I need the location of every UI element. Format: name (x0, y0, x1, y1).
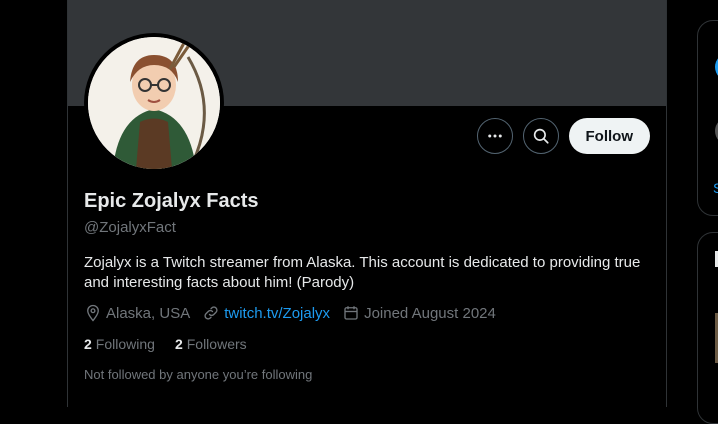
following-label: Following (95, 336, 155, 352)
user-handle: @ZojalyxFact (84, 219, 176, 236)
location-icon (87, 304, 99, 322)
search-button[interactable] (522, 118, 559, 154)
website-item: twitch.tv/Zojalyx (202, 304, 330, 322)
followers-link[interactable]: 2 Followers (175, 336, 247, 352)
followers-label: Followers (186, 336, 247, 352)
main-column-right-border (666, 0, 667, 407)
follow-button[interactable]: Follow (568, 118, 650, 154)
following-link[interactable]: 2 Following (84, 336, 155, 352)
followers-count: 2 (174, 336, 183, 352)
follow-counts: 2 Following 2 Followers (84, 336, 247, 352)
following-count: 2 (84, 336, 92, 352)
calendar-icon (344, 306, 358, 320)
sidebar-partial-content-2 (715, 251, 718, 363)
profile-main-column: Follow Epic Zojalyx Facts @ZojalyxFact Z… (68, 0, 666, 407)
sidebar-partial-content: S (713, 58, 718, 196)
not-followed-note: Not followed by anyone you’re following (84, 367, 313, 382)
svg-text:S: S (713, 180, 718, 196)
location-text: Alaska, USA (106, 304, 191, 322)
display-name: Epic Zojalyx Facts (84, 190, 259, 212)
joined-item: Joined August 2024 (342, 304, 496, 322)
more-icon (487, 134, 502, 138)
location-item: Alaska, USA (84, 304, 190, 322)
sidebar-card-top: S (697, 20, 718, 216)
more-button[interactable] (476, 118, 513, 154)
profile-avatar[interactable] (84, 33, 224, 173)
website-link[interactable]: twitch.tv/Zojalyx (224, 305, 330, 322)
profile-bio: Zojalyx is a Twitch streamer from Alaska… (84, 254, 641, 291)
profile-actions: Follow (476, 118, 650, 154)
link-icon (204, 306, 218, 320)
sidebar-card-bottom (697, 232, 718, 424)
joined-text: Joined August 2024 (364, 304, 496, 322)
avatar-image (88, 37, 220, 169)
search-icon (533, 128, 549, 144)
profile-meta: Alaska, USA twitch.tv/Zojalyx Joined Aug… (84, 304, 496, 322)
